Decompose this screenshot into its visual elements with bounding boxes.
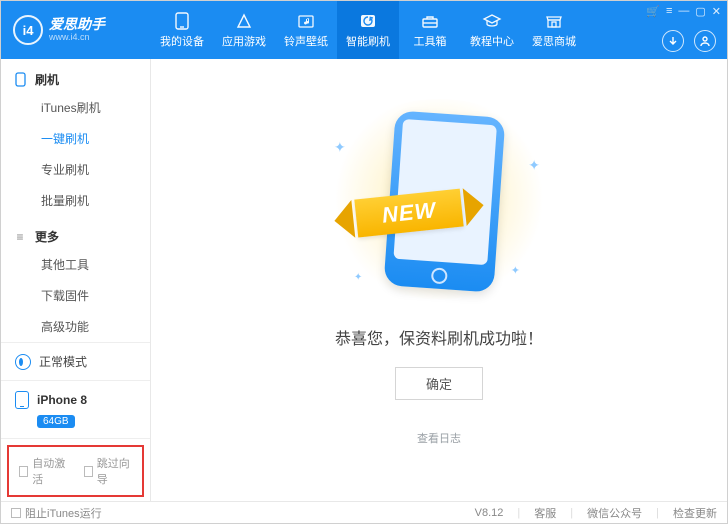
sidebar-item-download-firmware[interactable]: 下载固件	[1, 280, 150, 311]
success-message: 恭喜您，保资料刷机成功啦！	[335, 325, 543, 349]
checkbox-block-itunes[interactable]: 阻止iTunes运行	[11, 505, 102, 521]
title-bar: i4 爱思助手 www.i4.cn 我的设备 应用游戏 铃声壁纸	[1, 1, 727, 59]
nav-my-device[interactable]: 我的设备	[151, 1, 213, 59]
top-nav: 我的设备 应用游戏 铃声壁纸 智能刷机 工具箱	[151, 1, 585, 59]
checkbox-icon	[19, 466, 28, 477]
sidebar-item-advanced[interactable]: 高级功能	[1, 311, 150, 342]
mode-label: 正常模式	[39, 353, 87, 370]
checkbox-icon	[11, 508, 21, 518]
checkbox-skip-wizard[interactable]: 跳过向导	[84, 455, 133, 487]
list-icon: ≡	[13, 230, 27, 244]
nav-smart-flash[interactable]: 智能刷机	[337, 1, 399, 59]
main-content: ✦✦✦✦ NEW 恭喜您，保资料刷机成功啦！ 确定 查看日志	[151, 59, 727, 501]
nav-label: 铃声壁纸	[284, 33, 328, 49]
sidebar-item-pro-flash[interactable]: 专业刷机	[1, 154, 150, 185]
device-mode-row[interactable]: 正常模式	[1, 343, 150, 381]
graduation-icon	[482, 12, 502, 30]
phone-small-icon	[13, 72, 27, 87]
note-icon	[296, 12, 316, 30]
device-icon	[172, 12, 192, 30]
wechat-link[interactable]: 微信公众号	[587, 505, 642, 521]
check-update-link[interactable]: 检查更新	[673, 505, 717, 521]
sidebar-item-batch-flash[interactable]: 批量刷机	[1, 185, 150, 216]
storage-badge: 64GB	[37, 415, 75, 428]
checkbox-icon	[84, 466, 93, 477]
app-logo: i4 爱思助手 www.i4.cn	[1, 1, 151, 59]
view-log-link[interactable]: 查看日志	[417, 430, 461, 446]
confirm-button[interactable]: 确定	[395, 367, 483, 400]
version-label: V8.12	[475, 507, 504, 519]
checkbox-label: 自动激活	[32, 455, 67, 487]
sidebar: 刷机 iTunes刷机 一键刷机 专业刷机 批量刷机 ≡ 更多 其他工具 下载固…	[1, 59, 151, 501]
app-url: www.i4.cn	[49, 33, 105, 43]
nav-apps-games[interactable]: 应用游戏	[213, 1, 275, 59]
apps-icon	[234, 12, 254, 30]
checkbox-auto-activate[interactable]: 自动激活	[19, 455, 68, 487]
nav-label: 工具箱	[414, 33, 447, 49]
checkbox-label: 阻止iTunes运行	[25, 505, 102, 521]
store-icon	[544, 12, 564, 30]
nav-label: 应用游戏	[222, 33, 266, 49]
post-flash-options: 自动激活 跳过向导	[7, 445, 144, 497]
sidebar-item-other-tools[interactable]: 其他工具	[1, 249, 150, 280]
status-bar: 阻止iTunes运行 V8.12 | 客服 | 微信公众号 | 检查更新	[1, 501, 727, 523]
device-small-icon	[15, 391, 29, 409]
cart-icon[interactable]: 🛒	[646, 5, 660, 18]
menu-icon[interactable]: ≡	[666, 5, 672, 17]
close-button[interactable]: ✕	[712, 5, 721, 18]
nav-ringtone-wallpaper[interactable]: 铃声壁纸	[275, 1, 337, 59]
nav-label: 智能刷机	[346, 33, 390, 49]
sidebar-group-more[interactable]: ≡ 更多	[1, 224, 150, 249]
nav-label: 爱思商城	[532, 33, 576, 49]
device-name: iPhone 8	[37, 393, 87, 407]
maximize-button[interactable]: ▢	[695, 5, 705, 18]
group-label: 刷机	[35, 71, 59, 88]
support-link[interactable]: 客服	[534, 505, 556, 521]
nav-tutorials[interactable]: 教程中心	[461, 1, 523, 59]
app-name: 爱思助手	[49, 17, 105, 32]
checkbox-label: 跳过向导	[97, 455, 132, 487]
nav-label: 教程中心	[470, 33, 514, 49]
nav-toolbox[interactable]: 工具箱	[399, 1, 461, 59]
connected-device[interactable]: iPhone 8 64GB	[1, 381, 150, 439]
user-button[interactable]	[694, 30, 716, 52]
toolbox-icon	[420, 12, 440, 30]
success-illustration: ✦✦✦✦ NEW	[314, 99, 564, 299]
logo-icon: i4	[13, 15, 43, 45]
nav-label: 我的设备	[160, 33, 204, 49]
nav-store[interactable]: 爱思商城	[523, 1, 585, 59]
sidebar-item-itunes-flash[interactable]: iTunes刷机	[1, 92, 150, 123]
download-button[interactable]	[662, 30, 684, 52]
sidebar-item-oneclick-flash[interactable]: 一键刷机	[1, 123, 150, 154]
group-label: 更多	[35, 228, 59, 245]
mode-icon	[15, 354, 31, 370]
minimize-button[interactable]: —	[678, 5, 689, 17]
refresh-icon	[358, 12, 378, 30]
sidebar-group-flash[interactable]: 刷机	[1, 67, 150, 92]
